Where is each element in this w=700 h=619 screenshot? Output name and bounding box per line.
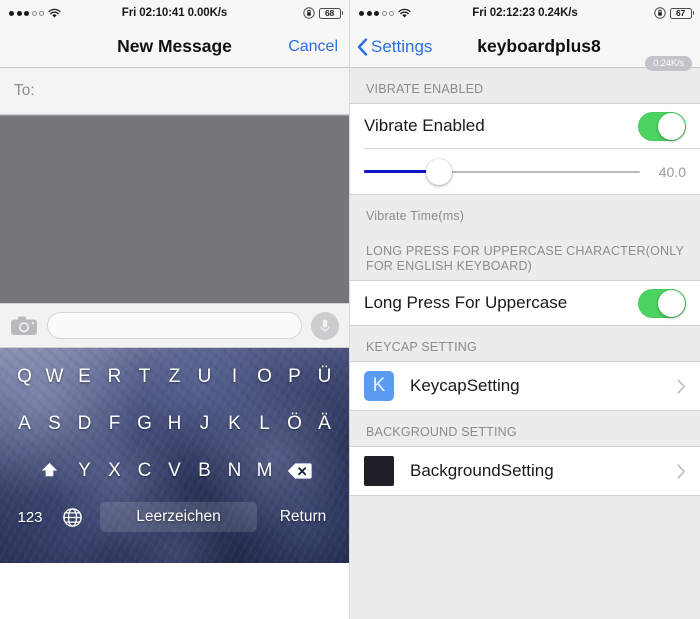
microphone-icon[interactable] <box>311 311 339 340</box>
return-key[interactable]: Return <box>265 508 341 526</box>
row-label: KeycapSetting <box>410 376 520 395</box>
camera-icon[interactable] <box>10 315 38 337</box>
key[interactable]: G <box>130 413 160 435</box>
key[interactable]: M <box>250 460 280 482</box>
row-label: BackgroundSetting <box>410 461 554 480</box>
row-long-press-uppercase[interactable]: Long Press For Uppercase <box>350 281 700 325</box>
vibrate-enabled-toggle[interactable] <box>638 111 686 141</box>
back-button[interactable]: Settings <box>350 37 432 57</box>
delete-backspace-icon[interactable] <box>280 462 320 480</box>
message-input-bar <box>0 303 349 348</box>
key[interactable]: D <box>70 413 100 435</box>
long-press-uppercase-toggle[interactable] <box>638 288 686 318</box>
numeric-key[interactable]: 123 <box>8 509 52 526</box>
settings-group-vibrate: Vibrate Enabled 40.0 <box>350 103 700 195</box>
key[interactable]: W <box>40 366 70 388</box>
message-text-input[interactable] <box>47 312 302 339</box>
toggle-knob <box>658 289 685 317</box>
key[interactable]: J <box>190 413 220 435</box>
row-vibrate-time-slider[interactable]: 40.0 <box>350 149 700 194</box>
keyboard-row-1: Q W E R T Z U I O P Ü <box>0 353 349 400</box>
key[interactable]: X <box>100 460 130 482</box>
key[interactable]: F <box>100 413 130 435</box>
settings-group-long-press: Long Press For Uppercase <box>350 280 700 326</box>
key[interactable]: H <box>160 413 190 435</box>
section-header-background: BACKGROUND SETTING <box>366 425 517 439</box>
key[interactable]: Q <box>10 366 40 388</box>
software-keyboard: Q W E R T Z U I O P Ü A S D F G H J K L … <box>0 348 349 563</box>
list-bottom-space <box>350 496 700 536</box>
key[interactable]: I <box>220 366 250 388</box>
globe-icon[interactable] <box>52 507 92 528</box>
row-label: Long Press For Uppercase <box>364 293 568 312</box>
status-bar-clock: Fri 02:12:23 0.24K/s <box>472 7 578 19</box>
settings-group-keycap: K KeycapSetting <box>350 361 700 411</box>
chevron-right-icon <box>677 378 686 394</box>
key[interactable]: Ö <box>280 413 310 435</box>
key[interactable]: N <box>220 460 250 482</box>
back-button-label: Settings <box>371 36 433 56</box>
chevron-right-icon <box>677 463 686 479</box>
row-background-setting[interactable]: BackgroundSetting <box>350 447 700 495</box>
settings-group-background: BackgroundSetting <box>350 446 700 496</box>
section-header-keycap: KEYCAP SETTING <box>366 340 477 354</box>
keyboard-rows: Q W E R T Z U I O P Ü A S D F G H J K L … <box>0 348 349 540</box>
settings-list: VIBRATE ENABLED Vibrate Enabled 40.0 Vib… <box>350 68 700 619</box>
key[interactable]: L <box>250 413 280 435</box>
key[interactable]: U <box>190 366 220 388</box>
cancel-button[interactable]: Cancel <box>288 38 349 56</box>
chevron-left-icon <box>357 37 368 56</box>
to-label: To: <box>14 82 35 99</box>
key[interactable]: O <box>250 366 280 388</box>
section-footer-vibrate-time: Vibrate Time(ms) <box>366 209 465 223</box>
key[interactable]: Ä <box>310 413 340 435</box>
right-nav-bar: Settings keyboardplus8 0.24K/s <box>350 26 700 71</box>
section-header-long-press: LONG PRESS FOR UPPERCASE CHARACTER(ONLY … <box>366 244 684 273</box>
key[interactable]: S <box>40 413 70 435</box>
shift-icon[interactable] <box>30 460 70 481</box>
dual-screenshot-container: Fri 02:10:41 0.00K/s 68 New Message Canc… <box>0 0 700 619</box>
key[interactable]: B <box>190 460 220 482</box>
toggle-knob <box>658 112 685 140</box>
section-header-vibrate: VIBRATE ENABLED <box>366 82 484 96</box>
key[interactable]: K <box>220 413 250 435</box>
slider-thumb[interactable] <box>425 158 452 185</box>
space-key[interactable]: Leerzeichen <box>100 502 257 532</box>
key[interactable]: E <box>70 366 100 388</box>
key[interactable]: Y <box>70 460 100 482</box>
keyboard-row-3: Y X C V B N M <box>0 447 349 494</box>
network-speed-badge: 0.24K/s <box>645 56 692 71</box>
key[interactable]: R <box>100 366 130 388</box>
keyboard-row-2: A S D F G H J K L Ö Ä <box>0 400 349 447</box>
key[interactable]: A <box>10 413 40 435</box>
key[interactable]: P <box>280 366 310 388</box>
left-nav-bar: New Message Cancel <box>0 26 349 68</box>
key[interactable]: C <box>130 460 160 482</box>
message-conversation-area <box>0 115 349 303</box>
key[interactable]: Z <box>160 366 190 388</box>
slider-value-label: 40.0 <box>658 163 686 180</box>
vibrate-time-slider[interactable] <box>364 157 640 187</box>
row-label: Vibrate Enabled <box>364 116 485 135</box>
row-vibrate-enabled[interactable]: Vibrate Enabled <box>350 104 700 148</box>
left-phone-screen: Fri 02:10:41 0.00K/s 68 New Message Canc… <box>0 0 350 619</box>
row-keycap-setting[interactable]: K KeycapSetting <box>350 362 700 410</box>
status-bar-clock: Fri 02:10:41 0.00K/s <box>121 7 228 19</box>
key[interactable]: Ü <box>310 366 340 388</box>
left-status-bar: Fri 02:10:41 0.00K/s 68 <box>0 0 349 26</box>
keycap-icon: K <box>364 371 394 401</box>
right-phone-screen: Fri 02:12:23 0.24K/s 67 Settings keyboar… <box>350 0 700 619</box>
key[interactable]: V <box>160 460 190 482</box>
right-status-bar: Fri 02:12:23 0.24K/s 67 <box>350 0 700 26</box>
keyboard-row-4: 123 Leerzeichen Return <box>0 494 349 540</box>
key[interactable]: T <box>130 366 160 388</box>
background-thumbnail-icon <box>364 456 394 486</box>
recipient-field[interactable]: To: <box>0 68 349 115</box>
